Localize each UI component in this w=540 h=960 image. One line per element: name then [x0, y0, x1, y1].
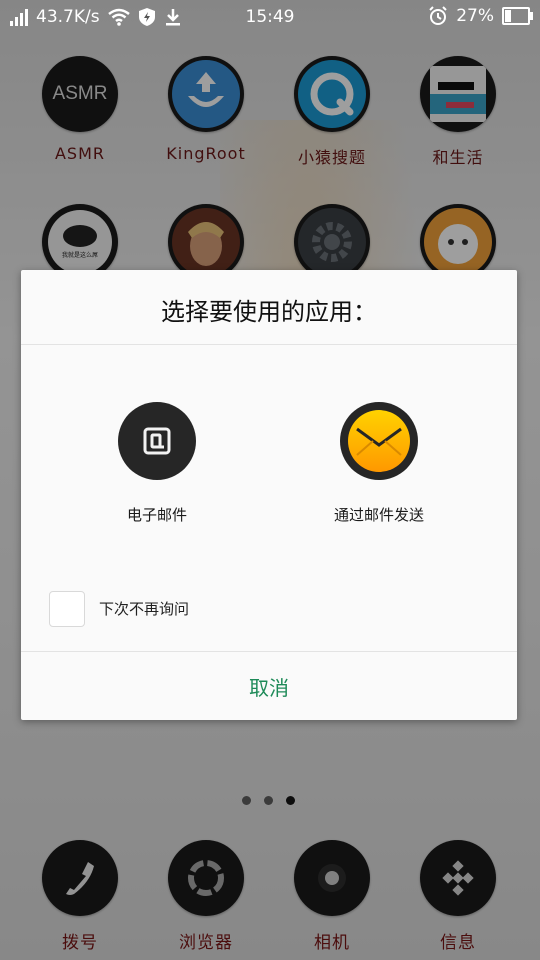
envelope-icon — [340, 402, 418, 480]
remember-label: 下次不再询问 — [99, 600, 190, 618]
battery-icon — [502, 7, 533, 25]
at-sign-icon — [118, 402, 196, 480]
alarm-icon — [429, 6, 447, 25]
cancel-button[interactable]: 取消 — [21, 652, 517, 720]
title-divider — [21, 344, 517, 345]
app-chooser-dialog: 选择要使用的应用： 电子邮件 通过邮件发送 下次不再询问 取消 — [21, 270, 517, 720]
battery-percent: 27% — [456, 6, 494, 26]
dialog-title: 选择要使用的应用： — [161, 298, 377, 326]
option-send-via-mail[interactable]: 通过邮件发送 — [279, 402, 479, 525]
remember-checkbox[interactable] — [49, 591, 85, 627]
option-label: 电子邮件 — [126, 506, 187, 524]
option-label: 通过邮件发送 — [333, 506, 424, 524]
status-bar: 43.7K/s 15:49 27% — [0, 0, 540, 36]
option-email[interactable]: 电子邮件 — [57, 402, 257, 525]
